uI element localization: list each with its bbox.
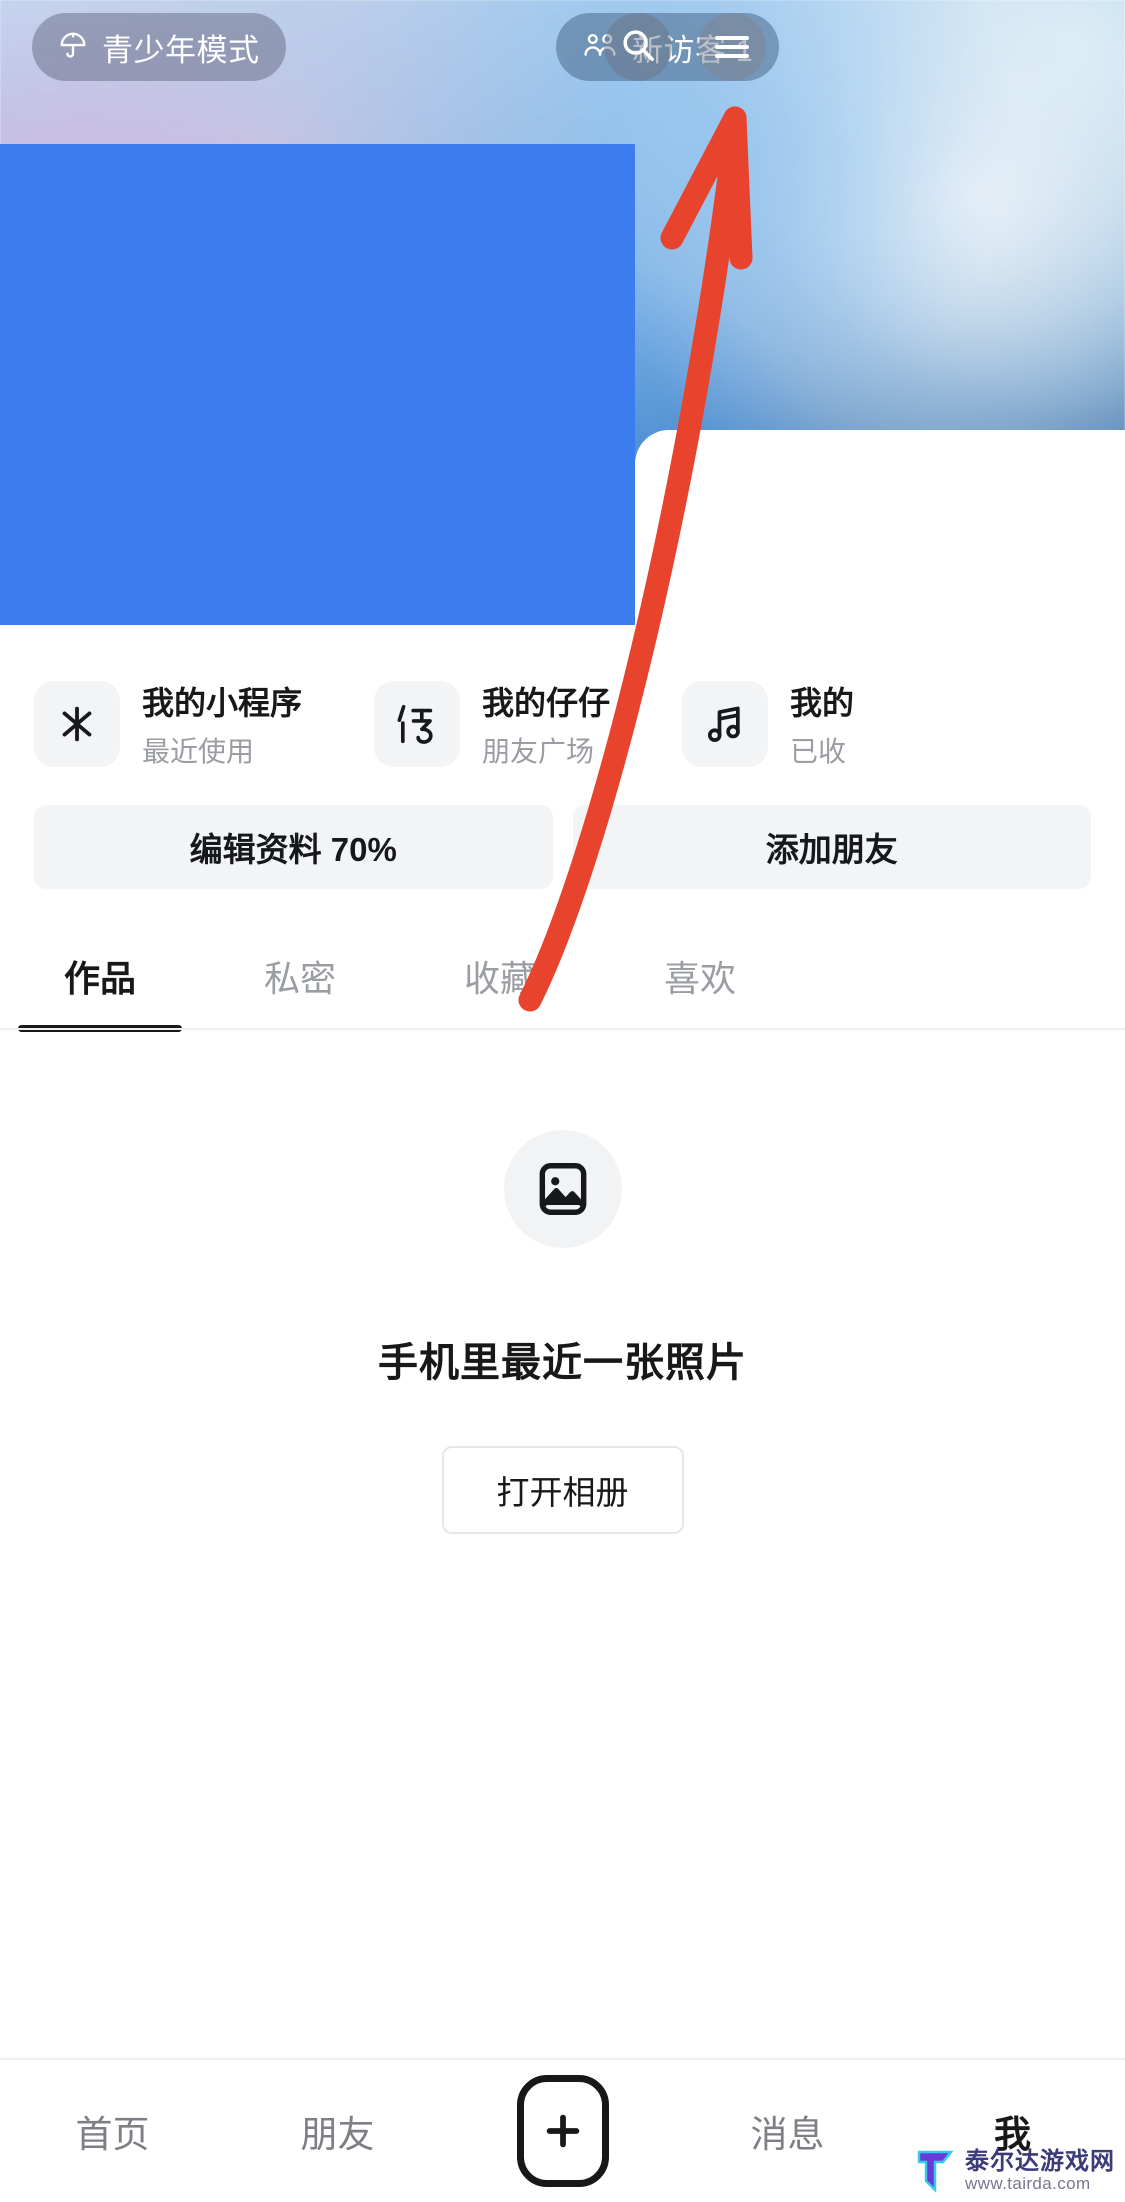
tab-likes[interactable]: 喜欢 xyxy=(600,920,800,1032)
tab-label: 喜欢 xyxy=(663,958,736,999)
nav-label: 首页 xyxy=(75,2114,150,2155)
nav-label: 消息 xyxy=(750,2114,825,2155)
profile-actions: 编辑资料 70% 添加朋友 xyxy=(0,805,1125,889)
search-button[interactable] xyxy=(604,13,672,81)
teen-mode-label: 青少年模式 xyxy=(102,32,260,68)
character-zai-icon xyxy=(374,681,461,767)
tab-label: 作品 xyxy=(63,958,136,999)
tab-works[interactable]: 作品 xyxy=(0,920,200,1032)
sparkle-icon xyxy=(34,681,120,767)
mini-program-card[interactable]: 我的 已收 xyxy=(682,678,854,770)
watermark: 泰尔达游戏网 www.tairda.com xyxy=(913,2148,1115,2194)
photo-icon xyxy=(503,1130,622,1248)
umbrella-icon xyxy=(58,29,88,66)
mini-program-title: 我的仔仔 xyxy=(482,685,611,721)
watermark-name: 泰尔达游戏网 xyxy=(965,2148,1115,2176)
content-sheet-corner xyxy=(635,430,1125,640)
mini-program-title: 我的小程序 xyxy=(142,685,303,721)
nav-item-friends[interactable]: 朋友 xyxy=(225,2104,450,2158)
nav-item-messages[interactable]: 消息 xyxy=(675,2104,900,2158)
music-note-icon xyxy=(682,681,769,767)
tabs-divider xyxy=(0,1028,1125,1030)
plus-icon xyxy=(516,2075,609,2187)
empty-state: 手机里最近一张照片 打开相册 xyxy=(0,1130,1125,1534)
top-bar: 青少年模式 新访客 1 xyxy=(0,0,1125,110)
mini-program-subtitle: 最近使用 xyxy=(142,736,255,767)
open-album-button[interactable]: 打开相册 xyxy=(441,1446,684,1534)
add-friend-button[interactable]: 添加朋友 xyxy=(572,805,1091,889)
mini-program-title: 我的 xyxy=(790,685,855,721)
nav-item-create[interactable] xyxy=(450,2075,675,2187)
tab-label: 收藏 xyxy=(463,958,536,999)
edit-profile-button[interactable]: 编辑资料 70% xyxy=(34,805,553,889)
nav-item-home[interactable]: 首页 xyxy=(0,2104,225,2158)
empty-state-text: 手机里最近一张照片 xyxy=(378,1341,747,1385)
hamburger-menu-button[interactable] xyxy=(698,13,766,81)
tab-label: 私密 xyxy=(263,958,336,999)
watermark-url: www.tairda.com xyxy=(965,2173,1091,2193)
nav-label: 朋友 xyxy=(300,2114,375,2155)
content-tabs: 作品 私密 收藏 喜欢 xyxy=(0,920,1125,1032)
search-icon xyxy=(619,26,657,69)
phone-screen: 青少年模式 新访客 1 我的小程序 最近使用 我的仔仔 朋友广场 我的 已收 编… xyxy=(0,0,1125,2202)
mini-program-row[interactable]: 我的小程序 最近使用 我的仔仔 朋友广场 我的 已收 xyxy=(0,660,1125,788)
tab-private[interactable]: 私密 xyxy=(200,920,400,1032)
teen-mode-button[interactable]: 青少年模式 xyxy=(32,13,286,81)
mini-program-card[interactable]: 我的小程序 最近使用 xyxy=(34,678,302,770)
mini-program-subtitle: 朋友广场 xyxy=(482,736,595,767)
tab-favorites[interactable]: 收藏 xyxy=(400,920,600,1032)
hamburger-menu-icon xyxy=(715,31,749,63)
mini-program-subtitle: 已收 xyxy=(790,736,847,767)
watermark-logo-icon xyxy=(917,2150,954,2194)
mini-program-card[interactable]: 我的仔仔 朋友广场 xyxy=(374,678,610,770)
profile-info-redaction-block xyxy=(0,144,635,625)
